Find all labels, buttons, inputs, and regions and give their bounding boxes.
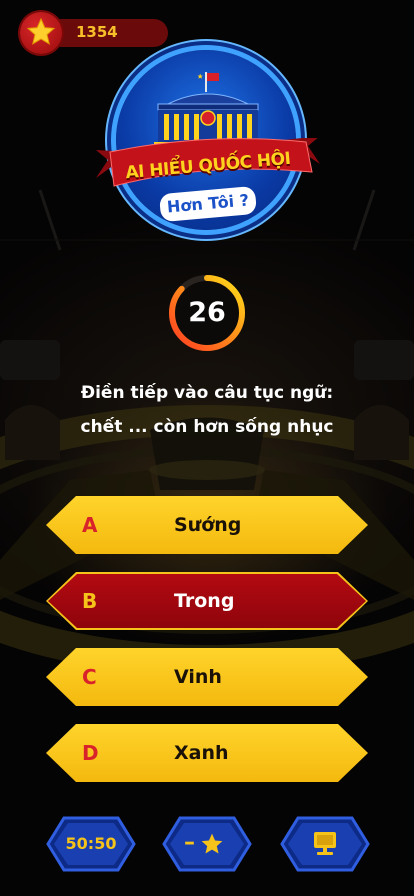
answer-text: Xanh xyxy=(174,742,229,764)
question-line-2: chết ... còn hơn sống nhục xyxy=(80,417,334,437)
lifeline-screen-button[interactable] xyxy=(280,816,370,872)
answer-letter: A xyxy=(82,513,98,537)
answer-text: Sướng xyxy=(174,514,242,536)
answer-option-b[interactable]: B Trong xyxy=(46,572,368,630)
answer-text: Trong xyxy=(174,590,235,612)
star-icon xyxy=(26,17,56,45)
question-line-1: Điền tiếp vào câu tục ngữ: xyxy=(80,383,334,403)
answer-text: Vinh xyxy=(174,666,222,688)
minus-star-icon: – xyxy=(162,816,252,872)
timer-value: 26 xyxy=(188,297,226,328)
countdown-timer: 26 xyxy=(166,272,248,354)
star-icon xyxy=(201,833,223,854)
game-screen: 1354 AI HIỂU QUỐC HỘI Hơn Tôi ? 26 Điền … xyxy=(0,0,414,896)
answer-letter: D xyxy=(82,741,99,765)
question-text: Điền tiếp vào câu tục ngữ: chết ... còn … xyxy=(20,376,394,444)
lifeline-minus-star-button[interactable]: – xyxy=(162,816,252,872)
answer-letter: B xyxy=(82,589,98,613)
lifeline-fifty-fifty-button[interactable]: 50:50 xyxy=(46,816,136,872)
minus-sign: – xyxy=(184,830,195,855)
star-badge xyxy=(20,12,62,54)
answer-option-c[interactable]: C Vinh xyxy=(46,648,368,706)
score-value: 1354 xyxy=(76,23,118,41)
answer-option-d[interactable]: D Xanh xyxy=(46,724,368,782)
monitor-icon xyxy=(314,832,336,855)
answer-letter: C xyxy=(82,665,97,689)
game-logo: AI HIỂU QUỐC HỘI Hơn Tôi ? xyxy=(92,46,324,236)
lifeline-fifty-fifty-label: 50:50 xyxy=(65,834,117,853)
answer-option-a[interactable]: A Sướng xyxy=(46,496,368,554)
